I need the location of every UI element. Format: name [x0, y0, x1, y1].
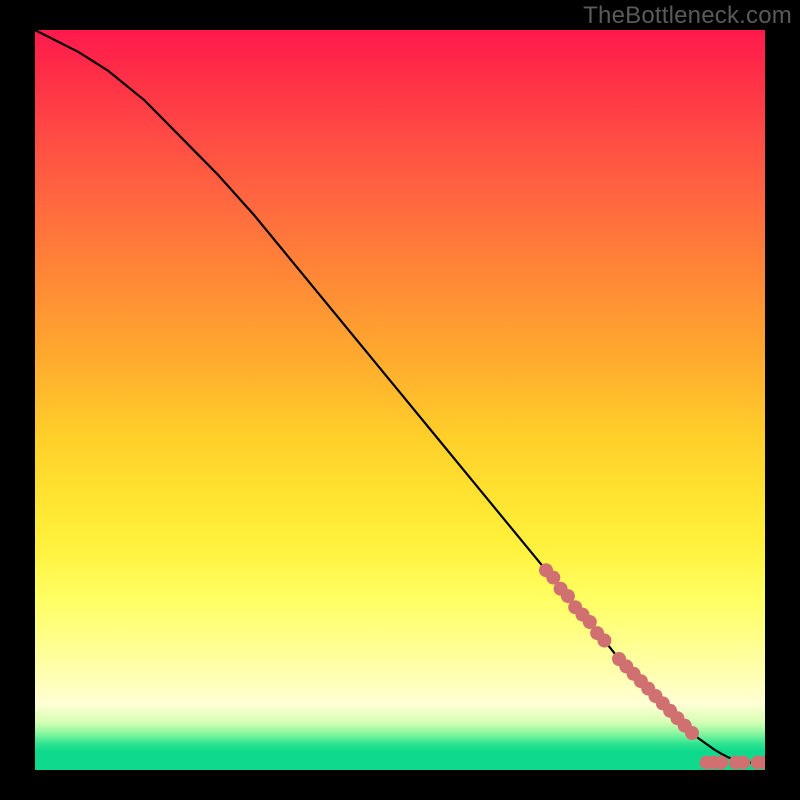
highlighted-point [597, 634, 611, 648]
highlighted-point [685, 726, 699, 740]
highlighted-points-group [539, 563, 765, 769]
highlighted-point [736, 756, 750, 770]
plot-area [35, 30, 765, 770]
chart-frame: TheBottleneck.com [0, 0, 800, 800]
watermark-label: TheBottleneck.com [583, 2, 792, 30]
highlighted-point [714, 756, 728, 770]
chart-overlay [35, 30, 765, 770]
bottleneck-curve [35, 30, 765, 763]
